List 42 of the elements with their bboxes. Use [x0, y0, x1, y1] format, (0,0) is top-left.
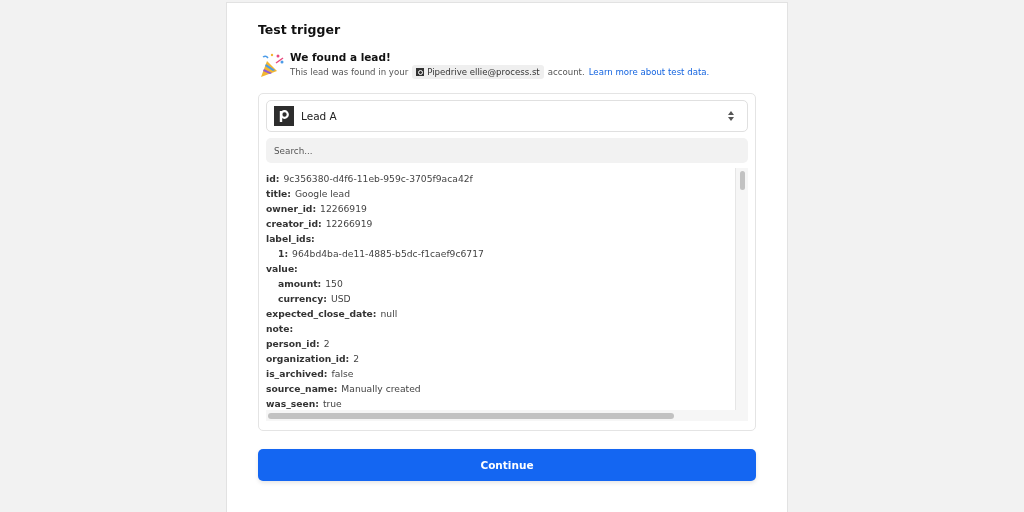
field-value: USD — [330, 293, 351, 304]
field-value: Manually created — [341, 383, 421, 394]
field-value: 2 — [323, 338, 330, 349]
field-key: label_ids: — [266, 233, 315, 244]
search-field[interactable]: Search... — [266, 138, 748, 163]
scrollbar-thumb[interactable] — [739, 171, 745, 190]
field-key: source_name: — [266, 383, 338, 394]
field-value: 2 — [353, 353, 360, 364]
field-key: organization_id: — [266, 353, 350, 364]
sort-caret-icon — [727, 110, 735, 122]
field-key: is_archived: — [266, 368, 328, 379]
field-value: null — [380, 308, 398, 319]
field-value: 964bd4ba-de11-4885-b5dc-f1caef9c6717 — [292, 248, 484, 259]
notice-text: account. — [547, 67, 585, 77]
notice-title: We found a lead! — [290, 51, 392, 63]
section-title: Test trigger — [258, 22, 342, 37]
field-key: person_id: — [266, 338, 320, 349]
record-select[interactable]: Lead A — [266, 100, 748, 132]
field-key: was_seen: — [266, 398, 319, 409]
notice-text: This lead was found in your — [290, 67, 409, 77]
field-key: note: — [266, 323, 294, 334]
field-value: 12266919 — [320, 203, 367, 214]
field-key: id: — [266, 173, 280, 184]
field-value: 150 — [325, 278, 343, 289]
field-key: expected_close_date: — [266, 308, 377, 319]
continue-button[interactable]: Continue — [258, 449, 756, 481]
scrollbar-thumb[interactable] — [268, 412, 674, 419]
account-badge: Pipedrive ellie@process.st — [412, 65, 544, 79]
field-key: 1: — [278, 248, 289, 259]
field-key: title: — [266, 188, 291, 199]
learn-more-link[interactable]: Learn more about test data. — [588, 67, 710, 77]
field-value: 9c356380-d4f6-11eb-959c-3705f9aca42f — [283, 173, 473, 184]
field-value: Google lead — [295, 188, 350, 199]
field-key: amount: — [278, 278, 322, 289]
field-key: owner_id: — [266, 203, 317, 214]
field-key: currency: — [278, 293, 327, 304]
field-value: 12266919 — [325, 218, 373, 229]
field-value: false — [331, 368, 354, 379]
party-popper-icon — [258, 51, 286, 79]
field-key: value: — [266, 263, 298, 274]
field-value: true — [322, 398, 342, 409]
field-key: creator_id: — [266, 218, 322, 229]
